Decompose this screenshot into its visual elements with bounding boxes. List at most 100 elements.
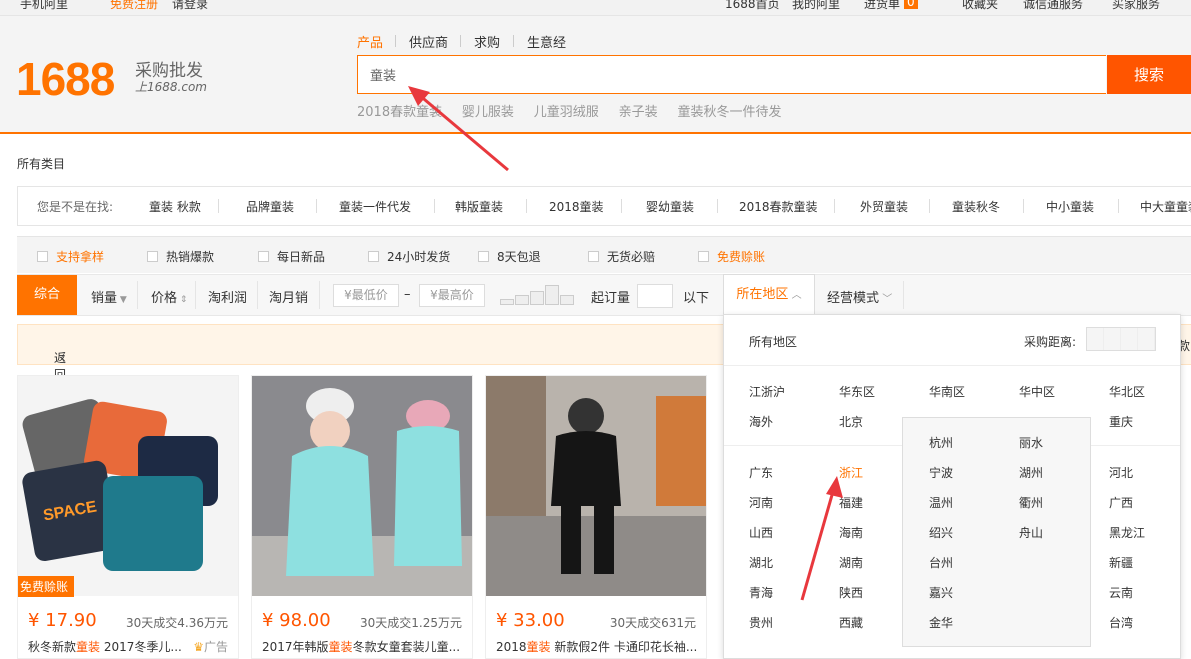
hot-search-item[interactable]: 2018春款童装	[357, 105, 442, 120]
histogram-bar[interactable]	[515, 295, 529, 305]
city-item[interactable]: 湖州	[1019, 464, 1043, 481]
sort-price[interactable]: 价格 ⇕	[151, 287, 187, 306]
region-item[interactable]: 华北区	[1109, 383, 1145, 400]
mobile-ali-link[interactable]: 手机阿里	[20, 0, 68, 12]
suggestion-item[interactable]: 韩版童装	[455, 198, 503, 215]
region-item[interactable]: 广东	[749, 464, 773, 481]
region-item[interactable]: 西藏	[839, 614, 863, 631]
region-item[interactable]: 青海	[749, 584, 773, 601]
product-image[interactable]	[252, 376, 472, 596]
product-title[interactable]: 2017年韩版童装冬款女童套装儿童...	[262, 638, 460, 655]
tab-business-wiki[interactable]: 生意经	[527, 32, 566, 51]
region-item[interactable]: 福建	[839, 494, 863, 511]
checkbox[interactable]	[478, 251, 489, 262]
cxt-service-link[interactable]: 诚信通服务	[1023, 0, 1083, 12]
suggestion-item[interactable]: 童装秋冬	[952, 198, 1000, 215]
register-link[interactable]: 免费注册	[110, 0, 158, 12]
region-item[interactable]: 山西	[749, 524, 773, 541]
filter-8day-return[interactable]: 8天包退	[478, 248, 541, 265]
product-title[interactable]: 秋冬新款童装 2017冬季儿...	[28, 638, 182, 655]
filter-new[interactable]: 每日新品	[258, 248, 325, 265]
region-item[interactable]: 陕西	[839, 584, 863, 601]
business-mode-filter[interactable]: 经营模式 ﹀	[827, 287, 892, 306]
distance-slider[interactable]	[1086, 327, 1156, 351]
tab-supplier[interactable]: 供应商	[409, 32, 448, 51]
suggestion-item[interactable]: 婴幼童装	[646, 198, 694, 215]
region-item[interactable]: 河北	[1109, 464, 1133, 481]
region-item[interactable]: 华南区	[929, 383, 965, 400]
checkbox[interactable]	[147, 251, 158, 262]
moq-input[interactable]	[637, 284, 673, 308]
city-item[interactable]: 衢州	[1019, 494, 1043, 511]
city-item[interactable]: 温州	[929, 494, 953, 511]
price-range-histogram[interactable]	[500, 283, 576, 305]
city-item[interactable]: 宁波	[929, 464, 953, 481]
region-item[interactable]: 重庆	[1109, 413, 1133, 430]
hot-search-item[interactable]: 儿童羽绒服	[534, 105, 599, 120]
region-item[interactable]: 广西	[1109, 494, 1133, 511]
city-item[interactable]: 杭州	[929, 434, 953, 451]
product-card[interactable]: SPACE 免费赊账 ¥ 17.90 30天成交4.36万元 秋冬新款童装 20…	[17, 375, 239, 659]
histogram-bar[interactable]	[530, 291, 544, 305]
histogram-bar[interactable]	[545, 285, 559, 305]
sort-sales[interactable]: 销量 ▼	[91, 287, 127, 306]
filter-sample[interactable]: 支持拿样	[37, 248, 104, 265]
region-item[interactable]: 湖北	[749, 554, 773, 571]
histogram-bar[interactable]	[500, 299, 514, 305]
product-image[interactable]: SPACE	[18, 376, 238, 596]
suggestion-item[interactable]: 2018童装	[549, 198, 604, 215]
hot-search-item[interactable]: 亲子装	[619, 105, 658, 120]
login-link[interactable]: 请登录	[172, 0, 208, 12]
filter-stock-guarantee[interactable]: 无货必赔	[588, 248, 655, 265]
region-item[interactable]: 北京	[839, 413, 863, 430]
all-categories-link[interactable]: 所有类目	[17, 155, 65, 172]
region-item[interactable]: 海南	[839, 524, 863, 541]
tab-buying[interactable]: 求购	[474, 32, 500, 51]
city-item[interactable]: 金华	[929, 614, 953, 631]
region-filter[interactable]: 所在地区 ︿	[723, 274, 815, 316]
checkbox[interactable]	[368, 251, 379, 262]
sort-comprehensive[interactable]: 综合	[17, 275, 77, 315]
region-item[interactable]: 海外	[749, 413, 773, 430]
sort-taolirun[interactable]: 淘利润	[208, 287, 247, 306]
my-ali-link[interactable]: 我的阿里	[792, 0, 840, 12]
product-card[interactable]: ¥ 98.00 30天成交1.25万元 2017年韩版童装冬款女童套装儿童...	[251, 375, 473, 659]
suggestion-item[interactable]: 中大童童装	[1140, 198, 1191, 215]
filter-credit[interactable]: 免费赊账	[698, 248, 765, 265]
logo-digits[interactable]: 1688	[16, 52, 115, 106]
checkbox[interactable]	[698, 251, 709, 262]
min-price-input[interactable]: ¥最低价	[333, 284, 399, 307]
region-item[interactable]: 华东区	[839, 383, 875, 400]
region-item[interactable]: 江浙沪	[749, 383, 785, 400]
region-item[interactable]: 新疆	[1109, 554, 1133, 571]
suggestion-item[interactable]: 童装 秋款	[149, 198, 201, 215]
max-price-input[interactable]: ¥最高价	[419, 284, 485, 307]
checkbox[interactable]	[258, 251, 269, 262]
region-item[interactable]: 湖南	[839, 554, 863, 571]
region-item[interactable]: 云南	[1109, 584, 1133, 601]
region-all[interactable]: 所有地区	[749, 333, 797, 350]
suggestion-item[interactable]: 品牌童装	[246, 198, 294, 215]
checkbox[interactable]	[588, 251, 599, 262]
tab-product[interactable]: 产品	[357, 32, 383, 51]
region-item-selected[interactable]: 浙江	[839, 464, 863, 481]
region-item[interactable]: 华中区	[1019, 383, 1055, 400]
suggestion-item[interactable]: 2018春款童装	[739, 198, 818, 215]
sort-monthly[interactable]: 淘月销	[269, 287, 308, 306]
suggestion-item[interactable]: 外贸童装	[860, 198, 908, 215]
hot-search-item[interactable]: 婴儿服装	[462, 105, 514, 120]
region-item[interactable]: 台湾	[1109, 614, 1133, 631]
region-item[interactable]: 黑龙江	[1109, 524, 1145, 541]
city-item[interactable]: 台州	[929, 554, 953, 571]
filter-hot[interactable]: 热销爆款	[147, 248, 214, 265]
city-item[interactable]: 丽水	[1019, 434, 1043, 451]
search-button[interactable]: 搜索	[1107, 55, 1191, 94]
suggestion-item[interactable]: 中小童装	[1046, 198, 1094, 215]
search-input[interactable]	[368, 56, 1072, 93]
checkbox[interactable]	[37, 251, 48, 262]
cart-link[interactable]: 进货单	[864, 0, 900, 12]
region-item[interactable]: 贵州	[749, 614, 773, 631]
product-image[interactable]	[486, 376, 706, 596]
buyer-service-link[interactable]: 买家服务	[1112, 0, 1160, 12]
city-item[interactable]: 舟山	[1019, 524, 1043, 541]
